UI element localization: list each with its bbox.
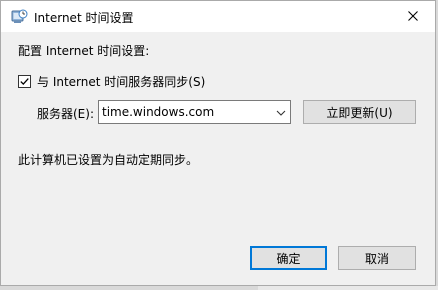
sync-checkbox-row[interactable]: 与 Internet 时间服务器同步(S) [18,74,205,89]
close-button[interactable] [391,1,435,32]
config-section-label: 配置 Internet 时间设置: [18,44,150,58]
cancel-button[interactable]: 取消 [338,246,416,270]
close-icon [408,10,418,24]
clock-globe-icon [11,8,28,25]
sync-checkbox[interactable] [18,75,31,88]
title-bar[interactable]: Internet 时间设置 [1,1,435,32]
window-title: Internet 时间设置 [34,11,134,25]
sync-status-text: 此计算机已设置为自动定期同步。 [18,153,199,167]
ok-button[interactable]: 确定 [250,246,327,270]
server-combobox[interactable]: time.windows.com [98,100,291,124]
sync-checkbox-label: 与 Internet 时间服务器同步(S) [37,75,206,89]
server-label: 服务器(E): [37,107,94,121]
checkmark-icon [20,78,29,86]
internet-time-settings-dialog: Internet 时间设置 配置 Internet 时间设置: 与 Intern… [0,0,436,286]
update-now-button[interactable]: 立即更新(U) [303,100,416,124]
server-value: time.windows.com [102,105,215,119]
chevron-down-icon[interactable] [276,107,286,117]
background-window-edge [258,286,438,290]
